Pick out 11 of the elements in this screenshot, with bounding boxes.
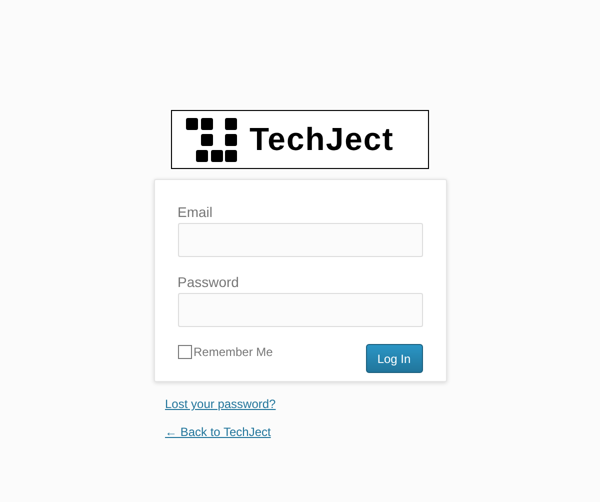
link[interactable]: ← Back to TechJect [165,425,271,439]
checkbox[interactable] [178,345,192,359]
logo-text: TechJect [250,121,394,158]
field-label: Email [178,204,214,220]
password-field[interactable] [178,293,422,327]
blocks-icon [186,118,238,162]
link[interactable]: Lost your password? [165,397,276,411]
email-field[interactable] [178,223,422,257]
log-in-button[interactable]: Log In [366,344,422,373]
field-label: Password [178,274,240,290]
remember-me-label: Remember Me [194,345,273,359]
